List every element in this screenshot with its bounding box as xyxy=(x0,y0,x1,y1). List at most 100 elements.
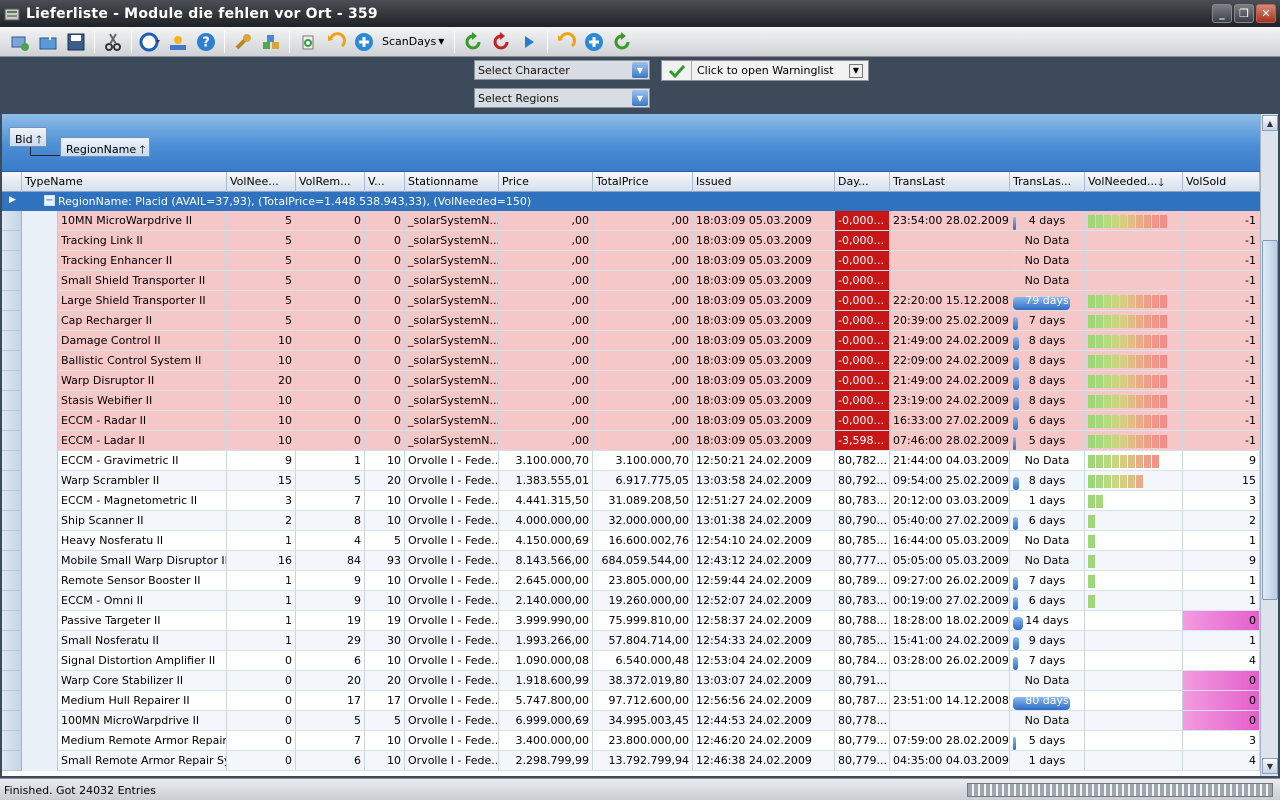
volneeded-bar-cell[interactable] xyxy=(1085,231,1183,251)
v-cell[interactable]: 10 xyxy=(365,751,405,771)
table-row[interactable]: ECCM - Gravimetric II 9 1 10 Orvolle I - Fed… xyxy=(2,451,1260,471)
vr-cell[interactable]: 7 xyxy=(296,731,365,751)
table-row[interactable]: ECCM - Ladar II 10 0 0 _solarSystemN... ,00,0… xyxy=(2,431,1260,451)
price-cell[interactable]: ,00 xyxy=(499,431,593,451)
price-cell[interactable]: 4.150.000,69 xyxy=(499,531,593,551)
st-cell[interactable]: _solarSystemN... xyxy=(405,391,499,411)
total-cell[interactable]: 23.800.000,00 xyxy=(593,731,693,751)
day-cell[interactable]: 80,785... xyxy=(835,531,890,551)
sold-cell[interactable]: 4 xyxy=(1183,651,1260,671)
row-indicator[interactable] xyxy=(2,611,22,631)
translast-cell[interactable]: 7 days xyxy=(1010,651,1085,671)
sold-cell[interactable]: 4 xyxy=(1183,751,1260,771)
table-row[interactable]: Warp Core Stabilizer II 0 20 20 Orvolle I - … xyxy=(2,671,1260,691)
tlast-cell[interactable]: 23:19:00 24.02.2009 xyxy=(890,391,1010,411)
day-cell[interactable]: 80,778... xyxy=(835,711,890,731)
row-indicator[interactable] xyxy=(2,251,22,271)
st-cell[interactable]: _solarSystemN... xyxy=(405,271,499,291)
translast-cell[interactable]: No Data xyxy=(1010,551,1085,571)
row-indicator[interactable] xyxy=(2,411,22,431)
sold-cell[interactable]: -1 xyxy=(1183,431,1260,451)
total-cell[interactable]: 19.260.000,00 xyxy=(593,591,693,611)
vn-cell[interactable]: 5 xyxy=(227,211,296,231)
row-indicator[interactable] xyxy=(2,511,22,531)
translast-cell[interactable]: 79 days xyxy=(1010,291,1085,311)
st-cell[interactable]: _solarSystemN... xyxy=(405,371,499,391)
v-cell[interactable]: 10 xyxy=(365,591,405,611)
cut-icon[interactable] xyxy=(101,30,125,54)
row-indicator[interactable] xyxy=(2,631,22,651)
vn-cell[interactable]: 10 xyxy=(227,391,296,411)
table-row[interactable]: Tracking Enhancer II 5 0 0 _solarSystemN...,… xyxy=(2,251,1260,271)
vr-cell[interactable]: 0 xyxy=(296,271,365,291)
table-row[interactable]: ECCM - Omni II 1 9 10 Orvolle I - Fede... 2.1… xyxy=(2,591,1260,611)
vn-cell[interactable]: 10 xyxy=(227,331,296,351)
column-header[interactable]: V... xyxy=(365,172,405,192)
name-cell[interactable]: Small Nosferatu II xyxy=(58,631,227,651)
issued-cell[interactable]: 12:46:38 24.02.2009 xyxy=(693,751,835,771)
st-cell[interactable]: _solarSystemN... xyxy=(405,211,499,231)
issued-cell[interactable]: 12:54:10 24.02.2009 xyxy=(693,531,835,551)
table-row[interactable]: Warp Disruptor II 20 0 0 _solarSystemN... ,00… xyxy=(2,371,1260,391)
translast-cell[interactable]: 6 days xyxy=(1010,511,1085,531)
tlast-cell[interactable]: 21:49:00 24.02.2009 xyxy=(890,331,1010,351)
tlast-cell[interactable]: 21:49:00 24.02.2009 xyxy=(890,371,1010,391)
table-row[interactable]: Damage Control II 10 0 0 _solarSystemN... ,00… xyxy=(2,331,1260,351)
vn-cell[interactable]: 0 xyxy=(227,671,296,691)
volneeded-bar-cell[interactable] xyxy=(1085,411,1183,431)
tlast-cell[interactable]: 18:28:00 18.02.2009 xyxy=(890,611,1010,631)
volneeded-bar-cell[interactable] xyxy=(1085,671,1183,691)
total-cell[interactable]: 32.000.000,00 xyxy=(593,511,693,531)
st-cell[interactable]: _solarSystemN... xyxy=(405,351,499,371)
translast-cell[interactable]: 8 days xyxy=(1010,471,1085,491)
table-row[interactable]: Small Remote Armor Repair Sys...0610Orvo… xyxy=(2,751,1260,771)
vr-cell[interactable]: 20 xyxy=(296,671,365,691)
volneeded-bar-cell[interactable] xyxy=(1085,731,1183,751)
vr-cell[interactable]: 0 xyxy=(296,231,365,251)
name-cell[interactable]: Warp Core Stabilizer II xyxy=(58,671,227,691)
st-cell[interactable]: Orvolle I - Fede... xyxy=(405,751,499,771)
cubes-icon[interactable] xyxy=(259,30,283,54)
row-indicator[interactable] xyxy=(2,591,22,611)
column-header[interactable]: TypeName xyxy=(22,172,227,192)
st-cell[interactable]: Orvolle I - Fede... xyxy=(405,571,499,591)
vn-cell[interactable]: 15 xyxy=(227,471,296,491)
day-cell[interactable]: 80,785... xyxy=(835,631,890,651)
scroll-down-button[interactable]: ▼ xyxy=(1262,758,1278,774)
vn-cell[interactable]: 5 xyxy=(227,291,296,311)
total-cell[interactable]: 6.540.000,48 xyxy=(593,651,693,671)
volneeded-bar-cell[interactable] xyxy=(1085,391,1183,411)
row-indicator[interactable] xyxy=(2,231,22,251)
v-cell[interactable]: 30 xyxy=(365,631,405,651)
add-icon[interactable] xyxy=(352,30,376,54)
vr-cell[interactable]: 0 xyxy=(296,251,365,271)
v-cell[interactable]: 0 xyxy=(365,351,405,371)
volneeded-bar-cell[interactable] xyxy=(1085,631,1183,651)
st-cell[interactable]: Orvolle I - Fede... xyxy=(405,631,499,651)
vn-cell[interactable]: 3 xyxy=(227,491,296,511)
volneeded-bar-cell[interactable] xyxy=(1085,571,1183,591)
vn-cell[interactable]: 0 xyxy=(227,651,296,671)
row-indicator[interactable] xyxy=(2,331,22,351)
name-cell[interactable]: Ship Scanner II xyxy=(58,511,227,531)
price-cell[interactable]: ,00 xyxy=(499,291,593,311)
table-row[interactable]: Stasis Webifier II 10 0 0 _solarSystemN... ,0… xyxy=(2,391,1260,411)
scan-days-label[interactable]: ScanDays xyxy=(382,35,436,48)
row-indicator[interactable] xyxy=(2,211,22,231)
volneeded-bar-cell[interactable] xyxy=(1085,591,1183,611)
refresh-icon[interactable] xyxy=(461,30,485,54)
vn-cell[interactable]: 0 xyxy=(227,691,296,711)
day-cell[interactable]: -0,000... xyxy=(835,411,890,431)
tlast-cell[interactable]: 23:54:00 28.02.2009 xyxy=(890,211,1010,231)
price-cell[interactable]: ,00 xyxy=(499,391,593,411)
tlast-cell[interactable]: 16:44:00 05.03.2009 xyxy=(890,531,1010,551)
v-cell[interactable]: 93 xyxy=(365,551,405,571)
name-cell[interactable]: 100MN MicroWarpdrive II xyxy=(58,711,227,731)
row-indicator[interactable] xyxy=(2,371,22,391)
price-cell[interactable]: 1.993.266,00 xyxy=(499,631,593,651)
day-cell[interactable]: -0,000... xyxy=(835,251,890,271)
total-cell[interactable]: ,00 xyxy=(593,411,693,431)
table-row[interactable]: Ballistic Control System II 10 0 0 _solarSys… xyxy=(2,351,1260,371)
column-header[interactable]: Price xyxy=(499,172,593,192)
st-cell[interactable]: Orvolle I - Fede... xyxy=(405,691,499,711)
